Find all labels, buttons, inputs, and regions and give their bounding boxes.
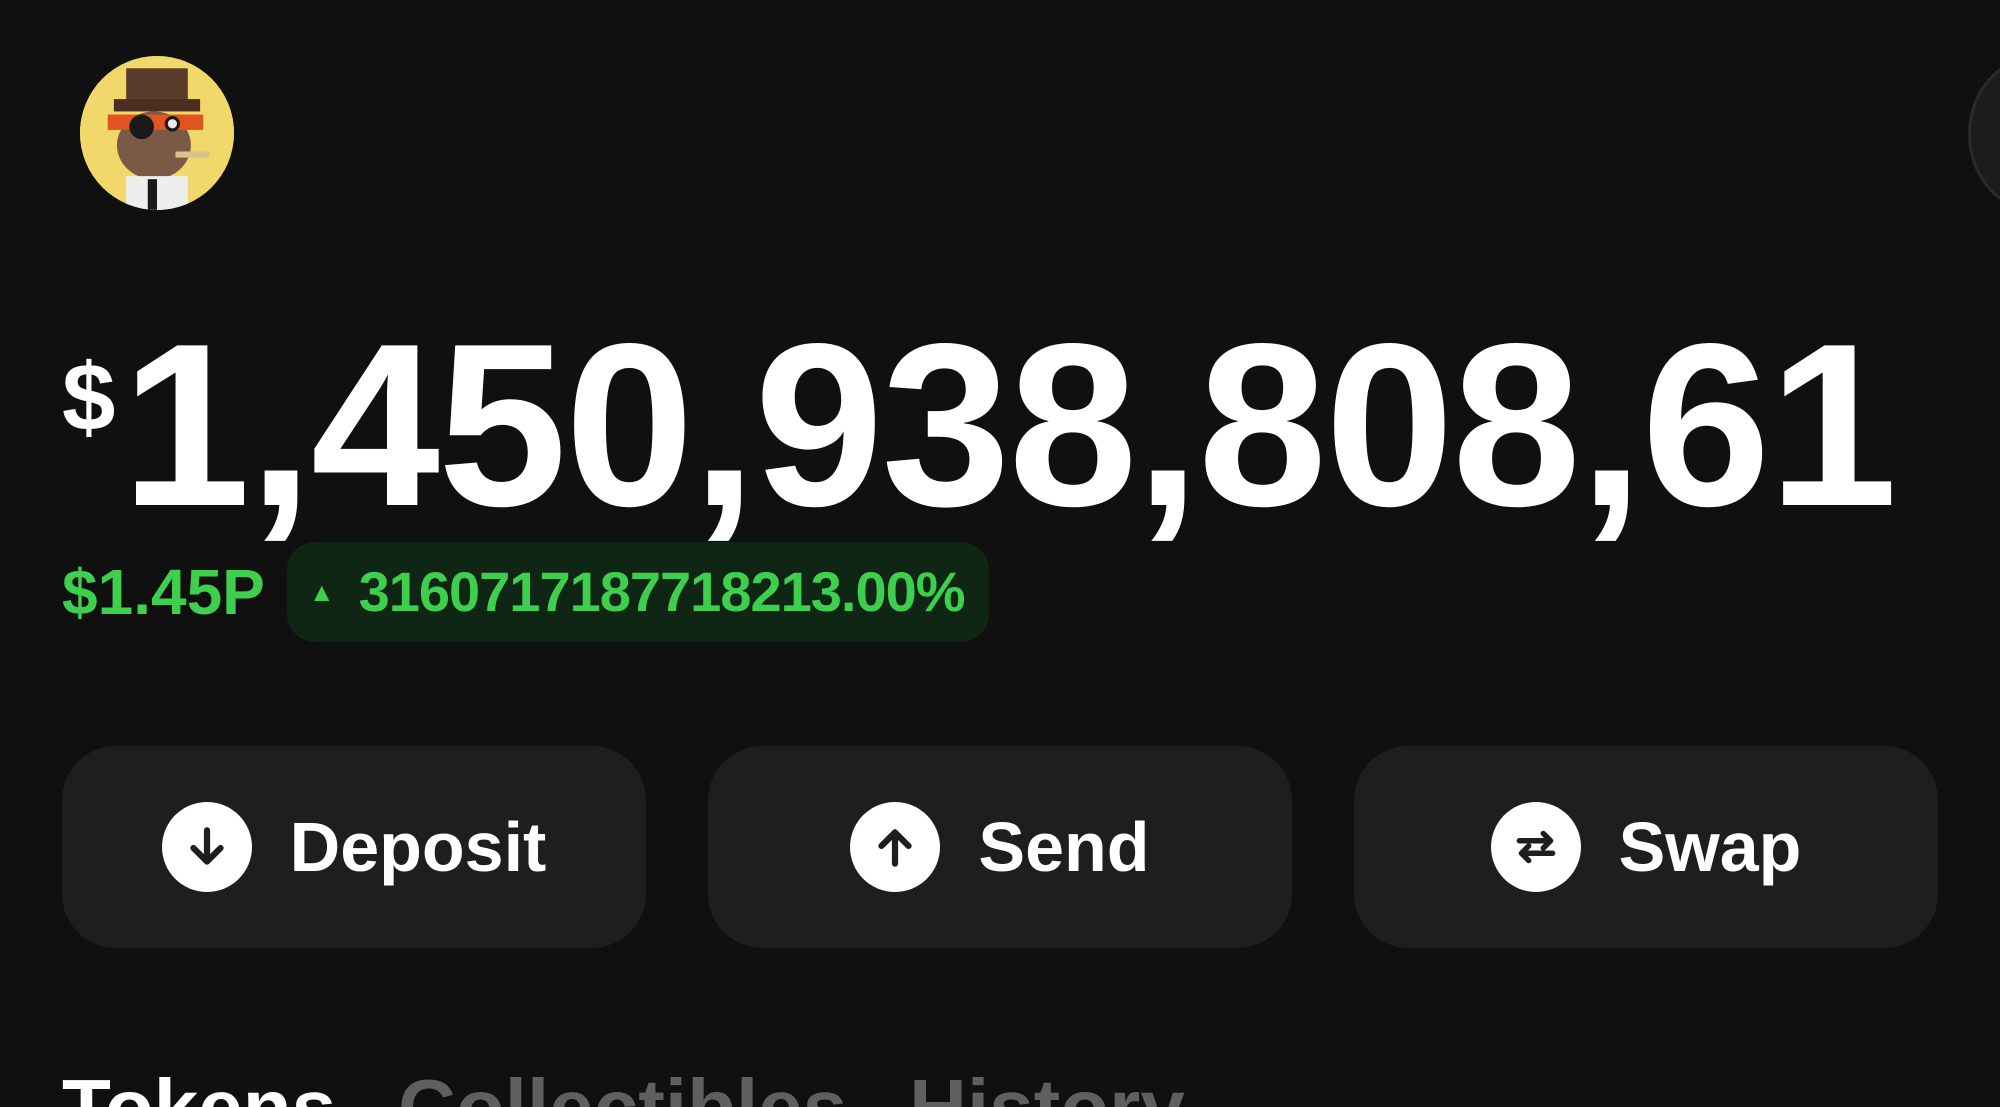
tab-tokens[interactable]: Tokens <box>62 1068 336 1107</box>
header-action-button[interactable] <box>1968 56 2000 212</box>
swap-arrows-circle-icon <box>1490 802 1581 892</box>
tab-history[interactable]: History <box>909 1068 1185 1107</box>
action-buttons: Deposit Send Swap <box>62 746 1938 948</box>
arrow-up-circle-icon <box>850 802 941 892</box>
send-button[interactable]: Send <box>708 746 1292 948</box>
avatar-image <box>80 56 234 210</box>
currency-symbol: $ <box>62 344 116 451</box>
deposit-label: Deposit <box>289 808 547 886</box>
content-tabs: Tokens Collectibles History <box>62 1068 1247 1107</box>
change-percent-badge: ▲ 3160717187718213.00% <box>286 542 989 642</box>
wallet-screen: $ 1,450,938,808,61 $1.45P ▲ 316071718771… <box>0 0 2000 1107</box>
change-value: $1.45P <box>62 556 265 628</box>
deposit-button[interactable]: Deposit <box>62 746 646 948</box>
profile-avatar[interactable] <box>80 56 234 210</box>
arrow-down-circle-icon <box>161 802 252 892</box>
triangle-up-icon: ▲ <box>308 577 335 607</box>
change-percent: 3160717187718213.00% <box>358 560 966 623</box>
balance-change-row: $1.45P ▲ 3160717187718213.00% <box>62 542 989 642</box>
total-balance: $ 1,450,938,808,61 <box>62 296 1898 560</box>
balance-amount: 1,450,938,808,61 <box>121 296 1897 555</box>
send-label: Send <box>978 808 1150 886</box>
swap-button[interactable]: Swap <box>1354 746 1938 948</box>
swap-label: Swap <box>1618 808 1802 886</box>
tab-collectibles[interactable]: Collectibles <box>398 1068 847 1107</box>
